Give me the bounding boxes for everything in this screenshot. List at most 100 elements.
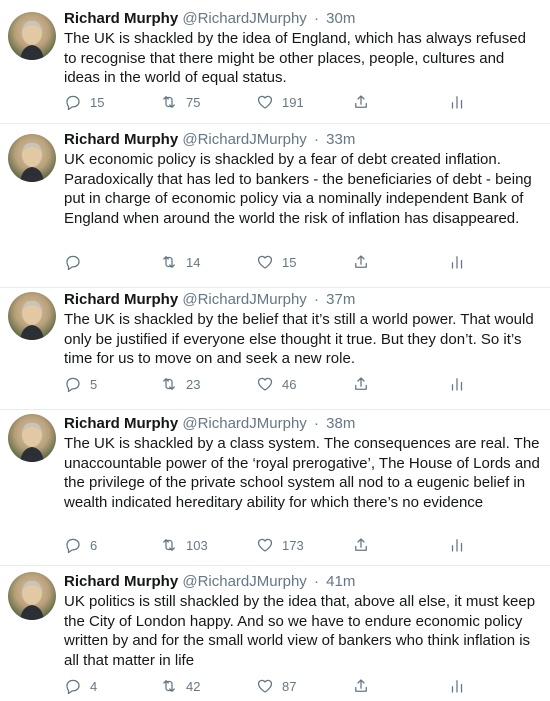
retweet-count: 42 — [186, 678, 201, 694]
like-button[interactable]: 87 — [256, 676, 296, 696]
reply-icon — [66, 377, 80, 393]
analytics-icon — [451, 256, 463, 269]
tweet[interactable]: Richard Murphy @RichardJMurphy · 33m UK … — [0, 124, 550, 288]
tweet-timestamp[interactable]: 38m — [326, 415, 355, 432]
retweet-button[interactable]: 42 — [160, 676, 200, 696]
like-count: 173 — [282, 537, 304, 553]
separator-dot: · — [313, 131, 319, 148]
like-button[interactable]: 191 — [256, 92, 304, 112]
author-handle[interactable]: @RichardJMurphy — [182, 291, 306, 308]
tweet-actions: 14 15 — [64, 252, 494, 272]
author-name[interactable]: Richard Murphy — [64, 131, 178, 148]
author-handle[interactable]: @RichardJMurphy — [182, 573, 306, 590]
share-button[interactable] — [352, 535, 370, 555]
tweet-timestamp[interactable]: 33m — [326, 131, 355, 148]
avatar[interactable] — [8, 134, 56, 182]
heart-icon — [257, 95, 273, 109]
reply-count: 4 — [90, 678, 98, 694]
retweet-count: 75 — [186, 94, 201, 110]
tweet-header: Richard Murphy @RichardJMurphy · 30m — [64, 9, 542, 29]
author-name[interactable]: Richard Murphy — [64, 10, 178, 27]
retweet-count: 23 — [186, 376, 201, 392]
tweet-timestamp[interactable]: 30m — [326, 10, 355, 27]
tweet-text: The UK is shackled by the belief that it… — [64, 311, 534, 368]
author-name[interactable]: Richard Murphy — [64, 415, 178, 432]
tweet[interactable]: Richard Murphy @RichardJMurphy · 41m UK … — [0, 566, 550, 701]
analytics-button[interactable] — [448, 374, 466, 394]
tweet-actions: 5 23 46 — [64, 374, 494, 394]
analytics-button[interactable] — [448, 252, 466, 272]
tweet-text: UK politics is still shackled by the ide… — [64, 593, 536, 669]
separator-dot: · — [313, 10, 319, 27]
like-button[interactable]: 173 — [256, 535, 304, 555]
reply-count: 6 — [90, 537, 98, 553]
like-count: 46 — [282, 376, 297, 392]
heart-icon — [257, 538, 273, 552]
like-count: 15 — [282, 254, 297, 270]
share-button[interactable] — [352, 676, 370, 696]
retweet-button[interactable]: 103 — [160, 535, 208, 555]
avatar-portrait-icon — [20, 300, 44, 340]
retweet-button[interactable]: 23 — [160, 374, 200, 394]
retweet-button[interactable]: 14 — [160, 252, 200, 272]
author-name[interactable]: Richard Murphy — [64, 291, 178, 308]
avatar-portrait-icon — [20, 422, 44, 462]
reply-button[interactable] — [64, 252, 90, 272]
author-name[interactable]: Richard Murphy — [64, 573, 178, 590]
avatar[interactable] — [8, 414, 56, 462]
like-button[interactable]: 46 — [256, 374, 296, 394]
analytics-icon — [451, 680, 463, 693]
retweet-icon — [163, 680, 175, 692]
avatar[interactable] — [8, 292, 56, 340]
share-button[interactable] — [352, 92, 370, 112]
like-count: 87 — [282, 678, 297, 694]
reply-icon — [66, 255, 80, 271]
heart-icon — [257, 255, 273, 269]
tweet-header: Richard Murphy @RichardJMurphy · 38m — [64, 414, 542, 434]
reply-button[interactable]: 4 — [64, 676, 97, 696]
retweet-icon — [163, 256, 175, 268]
analytics-button[interactable] — [448, 676, 466, 696]
reply-count: 5 — [90, 376, 98, 392]
heart-icon — [257, 679, 273, 693]
separator-dot: · — [313, 291, 319, 308]
author-handle[interactable]: @RichardJMurphy — [182, 415, 306, 432]
analytics-button[interactable] — [448, 535, 466, 555]
tweet[interactable]: Richard Murphy @RichardJMurphy · 38m The… — [0, 410, 550, 566]
retweet-icon — [163, 539, 175, 551]
retweet-icon — [163, 96, 175, 108]
share-icon — [355, 377, 367, 390]
tweet-text: The UK is shackled by a class system. Th… — [64, 435, 540, 511]
retweet-icon — [163, 378, 175, 390]
separator-dot: · — [313, 573, 319, 590]
reply-button[interactable]: 6 — [64, 535, 97, 555]
tweet-actions: 4 42 87 — [64, 676, 494, 696]
analytics-button[interactable] — [448, 92, 466, 112]
tweet-text: The UK is shackled by the idea of Englan… — [64, 30, 526, 87]
analytics-icon — [451, 378, 463, 391]
avatar-portrait-icon — [20, 580, 44, 620]
author-handle[interactable]: @RichardJMurphy — [182, 131, 306, 148]
reply-icon — [66, 679, 80, 695]
like-count: 191 — [282, 94, 304, 110]
tweet-actions: 15 75 191 — [64, 92, 494, 112]
tweet[interactable]: Richard Murphy @RichardJMurphy · 30m The… — [0, 0, 550, 124]
share-button[interactable] — [352, 374, 370, 394]
share-icon — [355, 95, 367, 108]
reply-button[interactable]: 15 — [64, 92, 104, 112]
reply-button[interactable]: 5 — [64, 374, 97, 394]
share-button[interactable] — [352, 252, 370, 272]
avatar[interactable] — [8, 572, 56, 620]
share-icon — [355, 679, 367, 692]
like-button[interactable]: 15 — [256, 252, 296, 272]
tweet-timestamp[interactable]: 41m — [326, 573, 355, 590]
tweet-timeline: Richard Murphy @RichardJMurphy · 30m The… — [0, 0, 550, 701]
retweet-button[interactable]: 75 — [160, 92, 200, 112]
share-icon — [355, 255, 367, 268]
author-handle[interactable]: @RichardJMurphy — [182, 10, 306, 27]
retweet-count: 103 — [186, 537, 208, 553]
tweet[interactable]: Richard Murphy @RichardJMurphy · 37m The… — [0, 288, 550, 410]
avatar[interactable] — [8, 12, 56, 60]
reply-icon — [66, 95, 80, 111]
tweet-timestamp[interactable]: 37m — [326, 291, 355, 308]
